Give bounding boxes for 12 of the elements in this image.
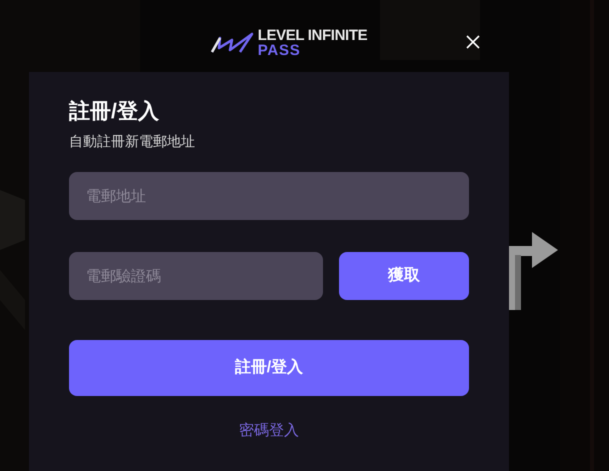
dialog-title: 註冊/登入 bbox=[69, 98, 160, 125]
logo-icon bbox=[210, 32, 254, 54]
dialog-subtitle: 自動註冊新電郵地址 bbox=[69, 132, 196, 151]
get-code-button[interactable]: 獲取 bbox=[339, 252, 469, 300]
email-field[interactable]: 電郵地址 bbox=[69, 172, 469, 220]
password-login-link[interactable]: 密碼登入 bbox=[239, 420, 299, 442]
code-field[interactable]: 電郵驗證碼 bbox=[69, 252, 323, 300]
logo-title: LEVEL INFINITE bbox=[258, 28, 368, 43]
close-icon bbox=[466, 35, 480, 49]
submit-button[interactable]: 註冊/登入 bbox=[69, 340, 469, 396]
close-button[interactable] bbox=[464, 33, 482, 51]
logo-subtitle: PASS bbox=[258, 43, 302, 58]
